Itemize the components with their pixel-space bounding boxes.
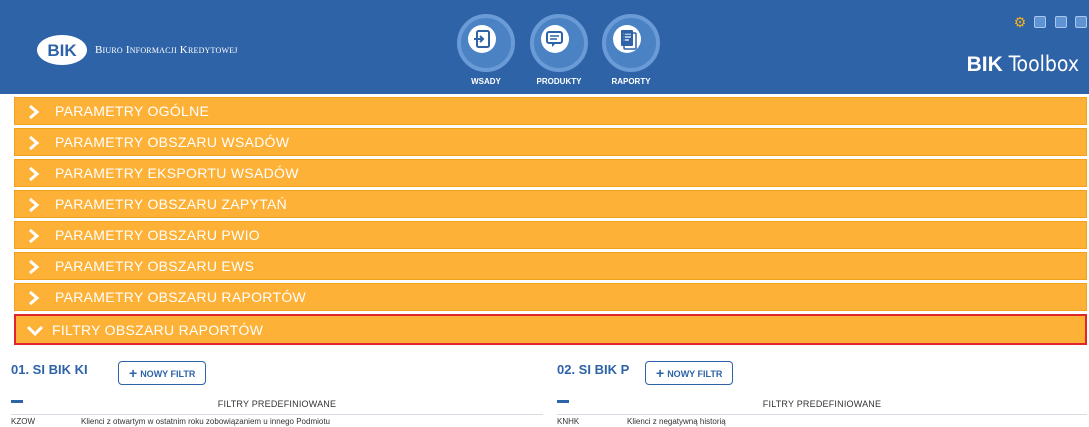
accordion-label: PARAMETRY OBSZARU PWIO: [55, 227, 260, 243]
maximize-icon[interactable]: [1054, 16, 1067, 28]
filter-group-title: 02. SI BIK P: [557, 362, 630, 377]
accordion-label: PARAMETRY OBSZARU ZAPYTAŃ: [55, 196, 288, 212]
accordion-parametry-obszaru-raportow[interactable]: PARAMETRY OBSZARU RAPORTÓW: [14, 283, 1087, 311]
accordion-filtry-obszaru-raportow[interactable]: FILTRY OBSZARU RAPORTÓW: [14, 314, 1087, 345]
bik-logo: BIK: [37, 35, 87, 65]
chevron-right-icon: [29, 228, 40, 244]
chevron-right-icon: [29, 104, 40, 120]
chevron-down-icon: [26, 325, 44, 337]
accordion-label: PARAMETRY OBSZARU EWS: [55, 258, 255, 274]
accordion-parametry-eksportu-wsadow[interactable]: PARAMETRY EKSPORTU WSADÓW: [14, 159, 1087, 187]
filter-code: KZOW: [11, 417, 35, 426]
chevron-right-icon: [29, 197, 40, 213]
minimize-icon[interactable]: [1034, 16, 1047, 28]
filter-description: Klienci z negatywną historią: [627, 417, 726, 426]
new-filter-label: NOWY FILTR: [667, 369, 723, 379]
table-header-label: FILTRY PREDEFINIOWANE: [762, 399, 882, 409]
accordion-parametry-obszaru-zapytan[interactable]: PARAMETRY OBSZARU ZAPYTAŃ: [14, 190, 1087, 218]
report-icon: [613, 25, 641, 53]
chat-icon: [541, 25, 569, 53]
new-filter-button[interactable]: + NOWY FILTR: [118, 361, 207, 385]
accordion-label: PARAMETRY OGÓLNE: [55, 103, 210, 119]
accordion-parametry-obszaru-wsadow[interactable]: PARAMETRY OBSZARU WSADÓW: [14, 128, 1087, 156]
app-brand: BIK Toolbox: [967, 52, 1079, 77]
logo-text: BIK: [47, 41, 77, 60]
filter-description: Klienci z otwartym w ostatnim roku zobow…: [81, 417, 331, 426]
import-icon: [468, 25, 496, 53]
accordion-label: PARAMETRY OBSZARU WSADÓW: [55, 134, 290, 150]
filter-group-title: 01. SI BIK KI: [11, 362, 88, 377]
accordion-parametry-obszaru-ews[interactable]: PARAMETRY OBSZARU EWS: [14, 252, 1087, 280]
filter-code: KNHK: [557, 417, 580, 426]
close-icon[interactable]: [1075, 16, 1087, 28]
chevron-right-icon: [29, 290, 40, 306]
brand-light: Toolbox: [1008, 52, 1079, 76]
nav-produkty-button[interactable]: PRODUKTY: [528, 14, 590, 94]
nav-wsady-button[interactable]: WSADY: [455, 14, 517, 94]
nav-raporty-label: RAPORTY: [611, 77, 651, 86]
accordion-parametry-obszaru-pwio[interactable]: PARAMETRY OBSZARU PWIO: [14, 221, 1087, 249]
nav-raporty-button[interactable]: RAPORTY: [600, 14, 662, 94]
plus-icon: +: [656, 365, 665, 381]
accordion-label: FILTRY OBSZARU RAPORTÓW: [52, 322, 264, 338]
plus-icon: +: [129, 365, 138, 381]
chevron-right-icon: [29, 135, 40, 151]
app-header: BIK Biuro Informacji Kredytowej WSADY PR…: [0, 0, 1089, 94]
chevron-right-icon: [29, 259, 40, 275]
accordion-label: PARAMETRY OBSZARU RAPORTÓW: [55, 289, 307, 305]
predefined-filters-header: FILTRY PREDEFINIOWANE: [11, 397, 543, 415]
nav-wsady-label: WSADY: [471, 77, 501, 86]
chevron-right-icon: [29, 166, 40, 182]
company-name: Biuro Informacji Kredytowej: [95, 44, 238, 56]
window-controls: ⚙: [1010, 15, 1087, 30]
accordion-parametry-ogolne[interactable]: PARAMETRY OGÓLNE: [14, 97, 1087, 125]
table-header-label: FILTRY PREDEFINIOWANE: [217, 399, 337, 409]
accordion-label: PARAMETRY EKSPORTU WSADÓW: [55, 165, 299, 181]
predefined-filters-header: FILTRY PREDEFINIOWANE: [557, 397, 1087, 415]
gear-icon[interactable]: ⚙: [1014, 15, 1027, 29]
new-filter-label: NOWY FILTR: [140, 369, 196, 379]
brand-bold: BIK: [966, 53, 1003, 76]
new-filter-button[interactable]: + NOWY FILTR: [645, 361, 734, 385]
nav-produkty-label: PRODUKTY: [536, 77, 582, 86]
